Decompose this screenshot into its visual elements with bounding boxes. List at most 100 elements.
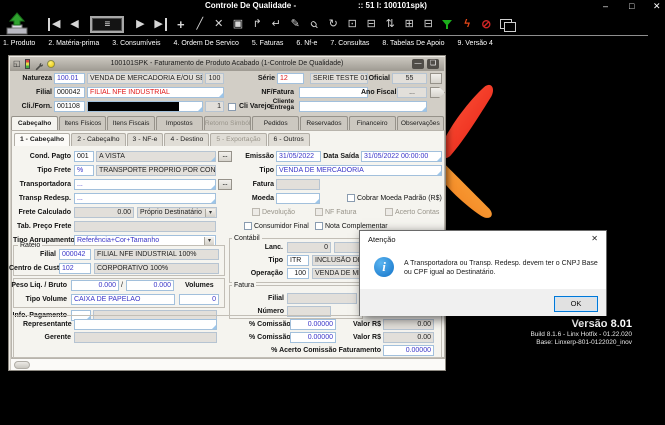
nf-fatura-field[interactable] <box>299 87 368 98</box>
tab-itens-fisicos[interactable]: Itens Físicos <box>59 116 106 130</box>
menu-ordem-de-servico[interactable]: 4. Ordem De Servico <box>174 40 239 47</box>
cond-pagto-browse-button[interactable]: ... <box>218 151 232 162</box>
stop-icon[interactable]: ⊘ <box>481 18 491 31</box>
record-list-button[interactable]: ≡ <box>90 16 124 33</box>
peso-bruto-field[interactable]: 0.000 <box>126 280 174 291</box>
menu-produto[interactable]: 1. Produto <box>3 40 35 47</box>
header-arrow-button[interactable] <box>430 87 445 98</box>
subtab-2-cabecalho[interactable]: 2 - Cabeçalho <box>71 133 125 146</box>
data-saida-field[interactable]: 31/05/2022 00:00:00 <box>361 151 442 162</box>
nav-first-icon[interactable]: ◀ <box>48 18 60 31</box>
emissao-label: Emissão <box>239 153 274 161</box>
cond-pagto-desc-field: A VISTA <box>96 151 216 162</box>
cobrar-moeda-label: Cobrar Moeda Padrão (R$) <box>357 195 447 203</box>
form-maximize-button[interactable]: ❏ <box>427 59 439 69</box>
cobrar-moeda-checkbox[interactable] <box>347 194 355 202</box>
tipo-field[interactable]: VENDA DE MERCADORIA <box>276 165 442 176</box>
contabil-tipo-code-field[interactable]: ITR <box>287 255 309 266</box>
volumes-field[interactable]: 0 <box>179 294 219 305</box>
nav-prev-icon[interactable]: ◀ <box>69 18 79 31</box>
minimize-button[interactable]: – <box>603 2 608 11</box>
moeda-label: Moeda <box>239 195 274 203</box>
tab-cabecalho[interactable]: Cabeçalho <box>11 116 58 130</box>
ok-button[interactable]: OK <box>554 296 598 312</box>
menu-consumiveis[interactable]: 3. Consumíveis <box>112 40 160 47</box>
subtab-3-nfe[interactable]: 3 - NF-e <box>127 133 164 146</box>
acerto-comissao-field[interactable]: 0.00000 <box>383 345 434 356</box>
doc-add-icon[interactable]: ⊞ <box>404 18 414 31</box>
tab-impostos[interactable]: Impostos <box>156 116 203 130</box>
natureza-code-field[interactable]: 100.01 <box>54 73 85 84</box>
menu-consultas[interactable]: 7. Consultas <box>330 40 369 47</box>
tab-itens-fiscais[interactable]: Itens Fiscais <box>107 116 154 130</box>
subtab-1-cabecalho[interactable]: 1 - Cabeçalho <box>14 133 70 146</box>
subtab-5-exportacao: 5 - Exportação <box>210 133 266 146</box>
subtab-6-outros[interactable]: 6 - Outros <box>268 133 310 146</box>
tab-reservados[interactable]: Reservados <box>300 116 347 130</box>
refresh-icon[interactable]: ↻ <box>328 18 338 31</box>
subtab-4-destino[interactable]: 4 - Destino <box>164 133 209 146</box>
dialog-close-icon[interactable]: ✕ <box>591 234 598 243</box>
comissao-ger-field[interactable]: 0.00000 <box>290 332 336 343</box>
tipo-volume-field[interactable]: CAIXA DE PAPELAO <box>71 294 175 305</box>
filial-desc-field[interactable]: FILIAL NFE INDUSTRIAL <box>87 87 224 98</box>
sort-icon[interactable]: ⇅ <box>385 18 395 31</box>
serie-desc-field: SERIE TESTE 01.1 <box>310 73 368 84</box>
tab-financeiro[interactable]: Financeiro <box>349 116 396 130</box>
comissao-rep-field[interactable]: 0.00000 <box>290 319 336 330</box>
filial-code-field[interactable]: 000042 <box>54 87 85 98</box>
representante-field[interactable] <box>74 319 217 330</box>
centro-custo-code-field[interactable]: 102 <box>59 263 91 274</box>
nav-last-icon[interactable]: ▶ <box>154 18 166 31</box>
redo-icon[interactable]: ↱ <box>252 18 262 31</box>
menu-materia-prima[interactable]: 2. Matéria-prima <box>48 40 99 47</box>
operacao-code-field[interactable]: 100 <box>287 268 309 279</box>
brush-icon[interactable]: ✎ <box>290 18 300 31</box>
frete-tipo-dropdown[interactable]: Próprio Destinatário▾ <box>137 207 217 218</box>
transp-redesp-field[interactable]: ... <box>74 193 216 204</box>
edit-record-icon[interactable]: ╱ <box>195 18 205 31</box>
switch-window-icon[interactable] <box>500 19 514 30</box>
acerto-comissao-label: % Acerto Comissão Faturamento <box>269 347 381 355</box>
rateio-filial-code-field[interactable]: 000042 <box>59 249 91 260</box>
menu-nfe[interactable]: 6. Nf-e <box>296 40 317 47</box>
atencao-dialog: Atenção ✕ i A Transportadora ou Transp. … <box>359 230 607 316</box>
add-record-icon[interactable]: + <box>176 18 186 31</box>
transportadora-browse-button[interactable]: ... <box>218 179 232 190</box>
cliente-entrega-field[interactable] <box>299 101 427 112</box>
delete-record-icon[interactable]: ✕ <box>214 18 224 31</box>
chevron-down-icon[interactable]: ▾ <box>205 209 215 218</box>
clear-filter-icon[interactable]: ϟ <box>462 18 472 31</box>
confirm-icon[interactable]: ↵ <box>271 18 281 31</box>
serie-code-field[interactable]: 12 <box>277 73 304 84</box>
menu-versao-4[interactable]: 9. Versão 4 <box>457 40 492 47</box>
print-icon[interactable]: ⊟ <box>366 18 376 31</box>
filial-label: Filial <box>15 89 52 97</box>
contabil-group-label: Contábil <box>232 235 262 243</box>
close-button[interactable]: ✕ <box>653 2 661 11</box>
nota-complementar-checkbox[interactable] <box>315 222 323 230</box>
doc-remove-icon[interactable]: ⊟ <box>423 18 433 31</box>
cli-forn-code-field[interactable]: 001108 <box>54 101 85 112</box>
cli-varejo-checkbox[interactable] <box>228 103 236 111</box>
moeda-field[interactable] <box>276 193 320 204</box>
form-minimize-button[interactable]: — <box>412 59 424 69</box>
maximize-button[interactable]: □ <box>629 2 634 11</box>
menu-tabelas-de-apoio[interactable]: 8. Tabelas De Apoio <box>382 40 444 47</box>
filter-icon[interactable] <box>442 19 453 30</box>
oficial-field: 55 <box>392 73 427 84</box>
transportadora-field[interactable]: ... <box>74 179 216 190</box>
emissao-field[interactable]: 31/05/2022 <box>276 151 321 162</box>
tab-pedidos[interactable]: Pedidos <box>252 116 299 130</box>
peso-liq-field[interactable]: 0.000 <box>71 280 119 291</box>
cond-pagto-code-field[interactable]: 001 <box>74 151 94 162</box>
consumidor-final-checkbox[interactable] <box>244 222 252 230</box>
tipo-frete-code-field[interactable]: % <box>74 165 94 176</box>
menu-faturas[interactable]: 5. Faturas <box>252 40 284 47</box>
tab-observacoes[interactable]: Observações <box>397 116 444 130</box>
nav-next-icon[interactable]: ▶ <box>135 18 145 31</box>
header-square-button[interactable] <box>430 73 442 84</box>
search-icon[interactable]: ϙ <box>306 16 322 32</box>
preview-icon[interactable]: ⊡ <box>347 18 357 31</box>
save-icon[interactable]: ▣ <box>233 18 243 31</box>
